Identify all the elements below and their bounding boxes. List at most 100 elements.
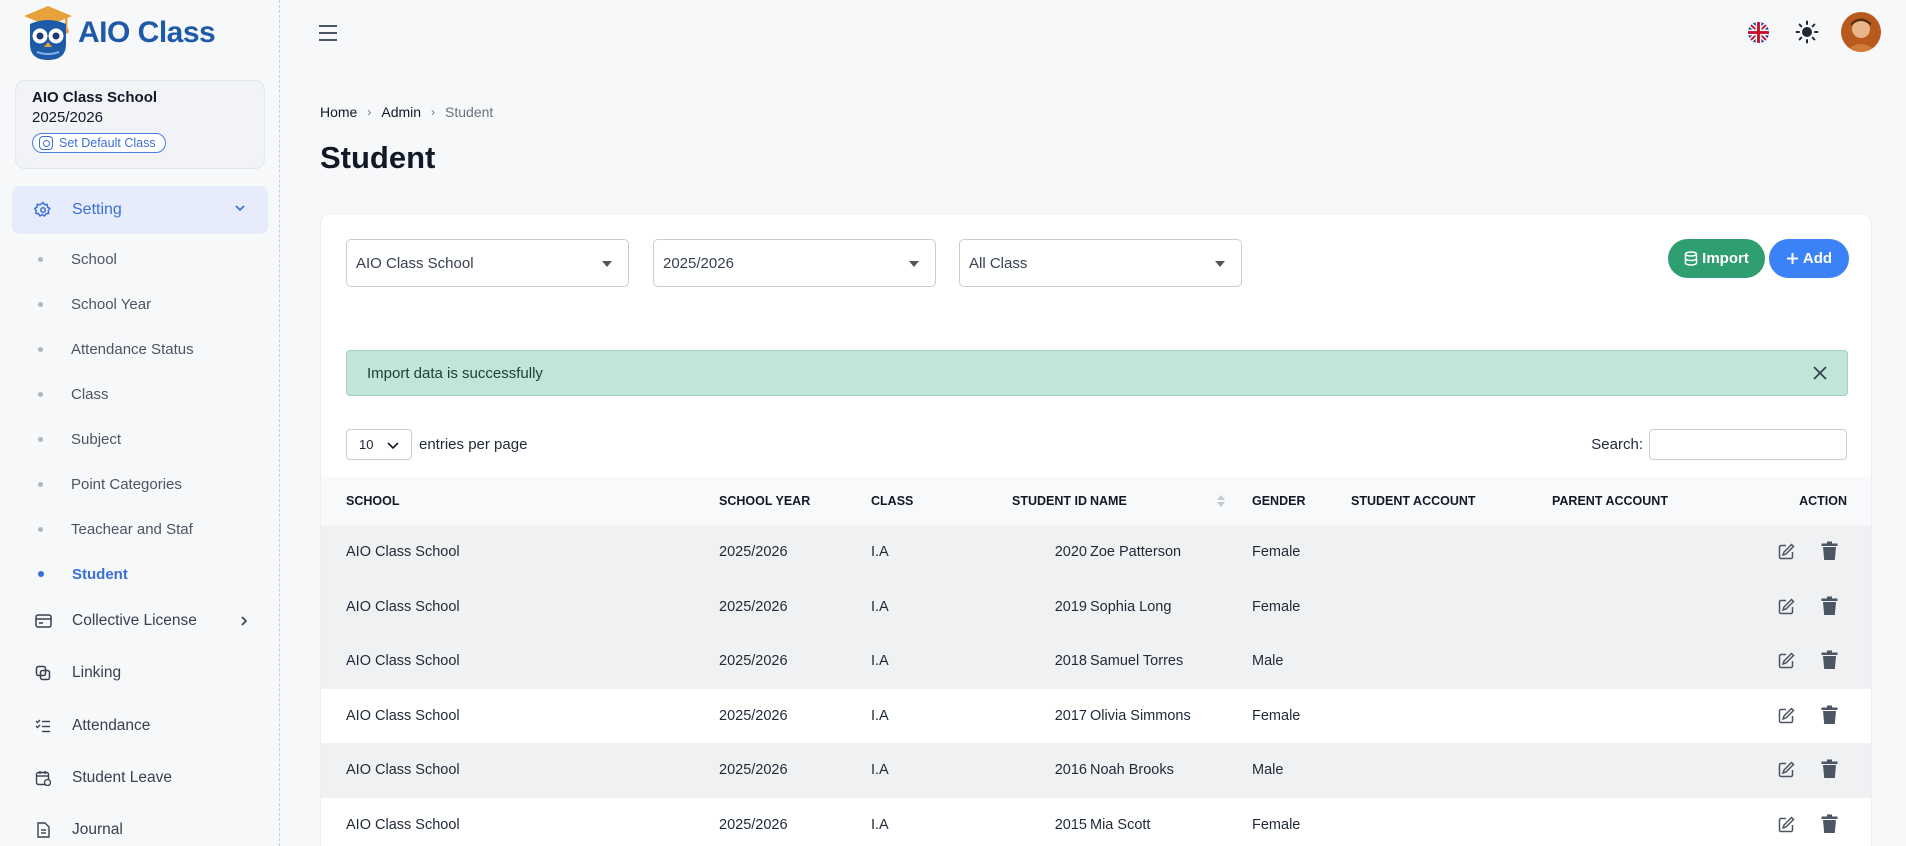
hamburger-icon [319,25,337,41]
delete-button[interactable] [1821,814,1838,838]
set-default-class-button[interactable]: Set Default Class [32,133,166,153]
edit-button[interactable] [1778,815,1795,837]
cell-gender: Male [1252,653,1284,670]
sidebar-item-setting[interactable]: Setting [12,186,268,234]
school-year-select-value: 2025/2026 [663,254,734,272]
import-label: Import [1702,250,1749,267]
sidebar-subitem-school-year[interactable]: School Year [38,294,151,314]
sidebar-subitem-class[interactable]: Class [38,384,109,404]
entries-label: entries per page [419,436,528,453]
sun-icon [1795,20,1819,44]
search-input[interactable] [1649,429,1847,460]
delete-button[interactable] [1821,596,1838,620]
sidebar-subitem-label: Attendance Status [71,340,194,358]
cell-name: Samuel Torres [1090,653,1184,670]
cell-class: I.A [871,762,889,779]
edit-button[interactable] [1778,761,1795,782]
import-button[interactable]: Import [1668,239,1765,278]
sidebar-subitem-teacher-staff[interactable]: Teachear and Staf [38,519,193,539]
delete-button[interactable] [1821,541,1838,565]
sidebar-item-label: Attendance [72,717,151,734]
sidebar-item-student-leave[interactable]: Student Leave [34,767,256,789]
entries-per-page-select[interactable]: 10 [346,429,412,460]
user-avatar[interactable] [1841,12,1881,52]
table-row: AIO Class School 2025/2026 I.A 2015 Mia … [321,798,1871,846]
caret-down-icon [602,261,612,267]
bullet-icon [38,571,44,577]
class-select[interactable]: All Class [959,239,1242,287]
col-school[interactable]: SCHOOL [346,494,399,508]
cell-student-id: 2015 [1054,816,1087,833]
col-parent-account[interactable]: PARENT ACCOUNT [1552,494,1668,508]
cell-class: I.A [871,653,889,670]
uk-flag-icon [1747,21,1770,44]
edit-button[interactable] [1778,543,1795,564]
edit-icon [1778,706,1795,723]
cell-gender: Female [1252,816,1301,833]
add-label: Add [1802,250,1833,267]
sidebar-subitem-subject[interactable]: Subject [38,429,121,449]
sidebar-item-label: Journal [72,821,123,838]
table-row: AIO Class School 2025/2026 I.A 2017 Oliv… [321,689,1871,744]
edit-icon [1778,761,1795,778]
cell-class: I.A [871,707,889,724]
add-button[interactable]: Add [1769,239,1849,278]
school-select-value: AIO Class School [356,254,474,272]
table-row: AIO Class School 2025/2026 I.A 2019 Soph… [321,579,1871,634]
success-alert: Import data is successfully [346,350,1848,396]
breadcrumb-admin[interactable]: Admin [381,104,421,120]
col-school-year[interactable]: SCHOOL YEAR [719,494,810,508]
trash-icon [1821,596,1838,615]
sidebar-item-attendance[interactable]: Attendance [34,715,256,737]
edit-button[interactable] [1778,706,1795,728]
cell-gender: Male [1252,762,1284,779]
menu-toggle-button[interactable] [318,24,338,47]
edit-button[interactable] [1778,597,1795,619]
sidebar-item-journal[interactable]: Journal [34,819,256,841]
sidebar-item-linking[interactable]: Linking [34,662,256,684]
sidebar-item-label: Collective License [72,612,197,629]
delete-button[interactable] [1821,705,1838,729]
col-gender[interactable]: GENDER [1252,494,1305,508]
cell-school: AIO Class School [346,598,460,615]
class-select-value: All Class [969,254,1028,272]
edit-button[interactable] [1778,652,1795,673]
sidebar-subitem-attendance-status[interactable]: Attendance Status [38,339,194,359]
school-year: 2025/2026 [32,109,103,126]
sidebar-subitem-label: Student [72,565,128,583]
col-class[interactable]: CLASS [871,494,913,508]
table-row: AIO Class School 2025/2026 I.A 2020 Zoe … [321,525,1871,580]
close-icon[interactable] [1811,364,1829,382]
search-control: Search: [1591,429,1847,460]
theme-toggle-button[interactable] [1795,20,1819,49]
bullet-icon [38,301,43,307]
bullet-icon [38,256,43,262]
trash-icon [1821,705,1838,724]
edit-icon [1778,543,1795,560]
card-icon [34,612,52,630]
school-select[interactable]: AIO Class School [346,239,629,287]
col-student-account[interactable]: STUDENT ACCOUNT [1351,494,1476,508]
delete-button[interactable] [1821,759,1838,783]
breadcrumb-home[interactable]: Home [320,104,357,120]
sidebar-subitem-student[interactable]: Student [38,564,128,584]
school-year-select[interactable]: 2025/2026 [653,239,936,287]
sidebar-subitem-label: Point Categories [71,475,182,493]
sidebar-subitem-point-categories[interactable]: Point Categories [38,474,182,494]
cell-school: AIO Class School [346,762,460,779]
sidebar-subitem-label: Class [71,385,109,403]
delete-button[interactable] [1821,650,1838,674]
col-name[interactable]: NAME [1090,494,1127,508]
cell-student-id: 2016 [1054,762,1087,779]
calendar-icon [34,769,52,787]
sidebar-subitem-school[interactable]: School [38,249,117,269]
chevron-right-icon: › [431,105,436,119]
sidebar-subitem-label: Subject [71,430,122,448]
cell-school: AIO Class School [346,544,460,561]
app-logo[interactable]: AIO Class [22,4,216,62]
sidebar-item-collective-license[interactable]: Collective License [34,610,256,632]
language-selector[interactable] [1747,21,1770,49]
cell-class: I.A [871,598,889,615]
sort-icon[interactable] [1216,494,1226,508]
col-student-id[interactable]: STUDENT ID [927,494,1087,508]
